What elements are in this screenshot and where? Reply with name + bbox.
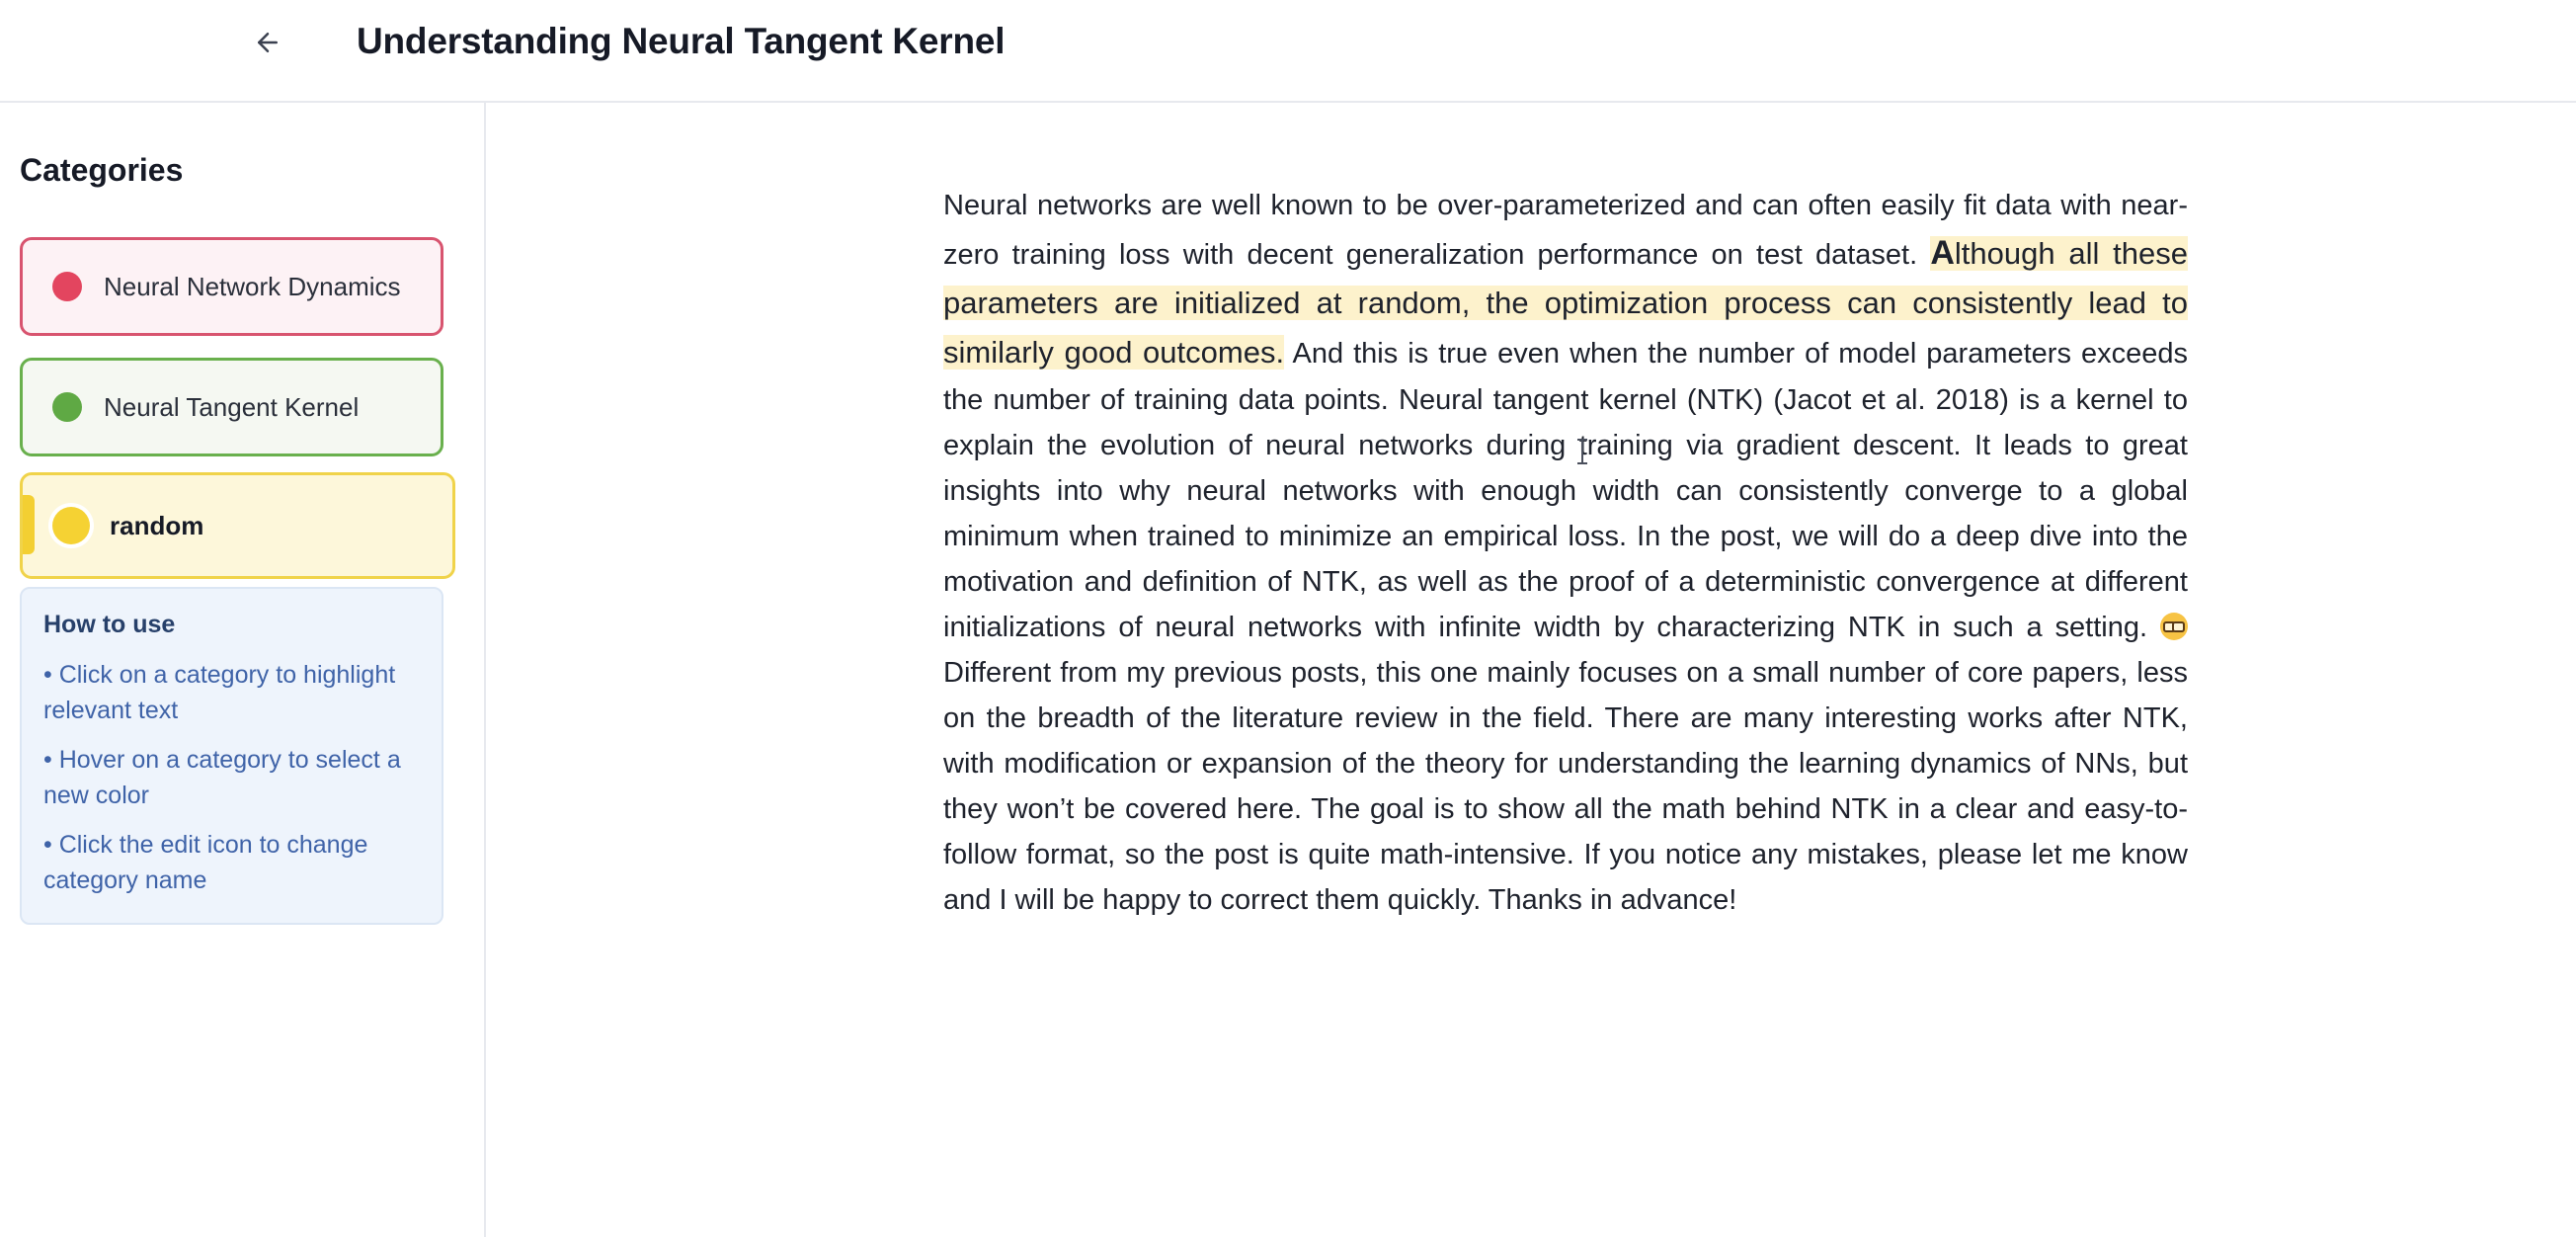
arrow-left-icon — [258, 33, 278, 52]
back-button[interactable] — [243, 18, 292, 67]
category-label: random — [110, 510, 204, 540]
selected-indicator — [23, 495, 35, 554]
category-label: Neural Tangent Kernel — [104, 391, 360, 422]
article-text: And this is true even when the number of… — [943, 338, 2188, 643]
article-body[interactable]: Neural networks are well known to be ove… — [943, 183, 2188, 923]
categories-sidebar: Categories Neural Network Dynamics Neura… — [0, 103, 486, 1237]
category-color-dot[interactable] — [52, 392, 82, 422]
highlight-first-letter: A — [1930, 234, 1955, 272]
category-random-selected[interactable]: random — [20, 472, 455, 579]
category-neural-tangent-kernel[interactable]: Neural Tangent Kernel — [20, 358, 443, 456]
category-color-dot[interactable] — [52, 507, 90, 544]
how-to-use-item: • Click on a category to highlight relev… — [43, 661, 396, 724]
category-neural-network-dynamics[interactable]: Neural Network Dynamics — [20, 237, 443, 336]
sidebar-title: Categories — [20, 152, 184, 188]
page-title: Understanding Neural Tangent Kernel — [357, 21, 1006, 61]
how-to-use-panel: How to use • Click on a category to high… — [20, 587, 443, 925]
how-to-use-title: How to use — [43, 611, 176, 638]
category-color-dot[interactable] — [52, 272, 82, 301]
text-cursor-icon — [1577, 439, 1587, 464]
how-to-use-item: • Hover on a category to select a new co… — [43, 746, 401, 809]
article-text: Different from my previous posts, this o… — [943, 657, 2188, 916]
category-label: Neural Network Dynamics — [104, 271, 401, 301]
top-header: Understanding Neural Tangent Kernel — [0, 0, 2576, 103]
how-to-use-item: • Click the edit icon to change category… — [43, 831, 368, 894]
nerd-face-emoji-icon — [2160, 613, 2188, 640]
